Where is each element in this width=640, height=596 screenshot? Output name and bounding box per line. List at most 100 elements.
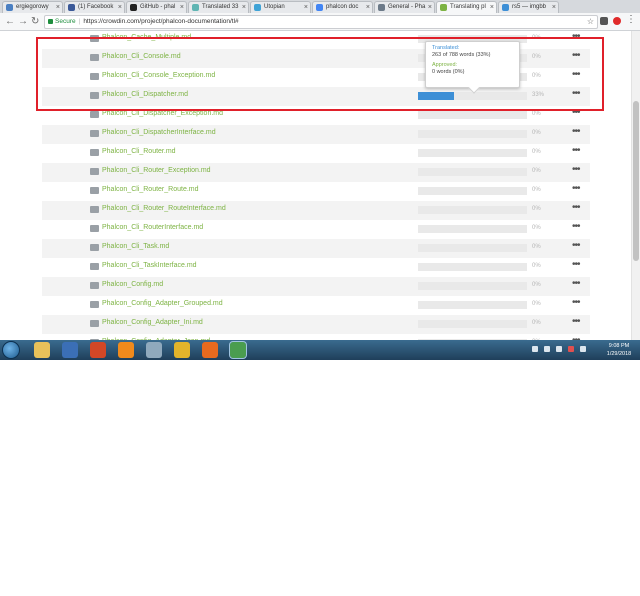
more-options-icon[interactable]: ••• bbox=[572, 221, 580, 233]
pinterest-icon[interactable] bbox=[613, 17, 621, 25]
more-options-icon[interactable]: ••• bbox=[572, 202, 580, 214]
file-name-link[interactable]: Phalcon_Cli_Dispatcher_Exception.md bbox=[102, 110, 223, 117]
tab-close-icon[interactable]: × bbox=[366, 2, 370, 13]
file-row[interactable]: Phalcon_Cli_Router_Route.md 0% ••• bbox=[42, 182, 590, 201]
tab-close-icon[interactable]: × bbox=[428, 2, 432, 13]
translation-progress-bar[interactable] bbox=[418, 263, 527, 271]
translation-progress-bar[interactable] bbox=[418, 244, 527, 252]
tab-close-icon[interactable]: × bbox=[56, 2, 60, 13]
browser-tab[interactable]: rs5 — imgbb × bbox=[498, 1, 559, 13]
network-icon[interactable] bbox=[146, 342, 162, 358]
firefox-icon[interactable] bbox=[202, 342, 218, 358]
tab-close-icon[interactable]: × bbox=[180, 2, 184, 13]
tab-close-icon[interactable]: × bbox=[242, 2, 246, 13]
volume-icon[interactable] bbox=[580, 346, 586, 352]
translation-progress-bar[interactable] bbox=[418, 168, 527, 176]
more-options-icon[interactable]: ••• bbox=[572, 164, 580, 176]
media-player-icon[interactable] bbox=[62, 342, 78, 358]
file-name-link[interactable]: Phalcon_Cli_Dispatcher.md bbox=[102, 91, 188, 98]
browser-menu-icon[interactable]: ⋮ bbox=[626, 14, 636, 26]
up-arrow-icon[interactable] bbox=[532, 346, 538, 352]
file-name-link[interactable]: Phalcon_Cli_Router_RouteInterface.md bbox=[102, 205, 226, 212]
translation-progress-bar[interactable] bbox=[418, 130, 527, 138]
back-icon[interactable]: ← bbox=[5, 15, 15, 29]
file-row[interactable]: Phalcon_Config.md 0% ••• bbox=[42, 277, 590, 296]
tab-close-icon[interactable]: × bbox=[118, 2, 122, 13]
more-options-icon[interactable]: ••• bbox=[572, 126, 580, 138]
translation-progress-bar[interactable] bbox=[418, 187, 527, 195]
chrome-icon[interactable] bbox=[229, 341, 247, 359]
translation-progress-bar[interactable] bbox=[418, 111, 527, 119]
file-row[interactable]: Phalcon_Cli_Task.md 0% ••• bbox=[42, 239, 590, 258]
monitor-icon[interactable] bbox=[556, 346, 562, 352]
scrollbar-thumb[interactable] bbox=[633, 101, 639, 261]
file-name-link[interactable]: Phalcon_Cli_Task.md bbox=[102, 243, 169, 250]
file-row[interactable]: Phalcon_Cli_Router_Exception.md 0% ••• bbox=[42, 163, 590, 182]
translation-progress-bar[interactable] bbox=[418, 92, 527, 100]
file-name-link[interactable]: Phalcon_Config_Adapter_Grouped.md bbox=[102, 300, 223, 307]
more-options-icon[interactable]: ••• bbox=[572, 107, 580, 119]
file-name-link[interactable]: Phalcon_Config.md bbox=[102, 281, 163, 288]
tab-close-icon[interactable]: × bbox=[490, 2, 494, 13]
scrollbar[interactable] bbox=[631, 31, 640, 340]
file-row[interactable]: Phalcon_Cli_TaskInterface.md 0% ••• bbox=[42, 258, 590, 277]
address-bar[interactable]: Secure | https://crowdin.com/project/phalc… bbox=[44, 15, 598, 29]
browser-tab[interactable]: Utopian × bbox=[250, 1, 311, 13]
browser-tab[interactable]: General - Pha × bbox=[374, 1, 435, 13]
browser-tab[interactable]: ergiegorowy × bbox=[2, 1, 63, 13]
more-options-icon[interactable]: ••• bbox=[572, 31, 580, 43]
file-explorer-icon[interactable] bbox=[34, 342, 50, 358]
more-options-icon[interactable]: ••• bbox=[572, 259, 580, 271]
more-options-icon[interactable]: ••• bbox=[572, 50, 580, 62]
translation-progress-bar[interactable] bbox=[418, 149, 527, 157]
file-row[interactable]: Phalcon_Cli_Router.md 0% ••• bbox=[42, 144, 590, 163]
tab-close-icon[interactable]: × bbox=[304, 2, 308, 13]
more-options-icon[interactable]: ••• bbox=[572, 88, 580, 100]
file-name-link[interactable]: Phalcon_Cli_Console_Exception.md bbox=[102, 72, 215, 79]
vlc-icon[interactable] bbox=[118, 342, 134, 358]
start-button-icon[interactable] bbox=[2, 341, 20, 359]
extension-icon[interactable] bbox=[600, 17, 608, 25]
network-warning-icon[interactable] bbox=[568, 346, 574, 352]
file-name-link[interactable]: Phalcon_Cli_Router.md bbox=[102, 148, 176, 155]
file-name-link[interactable]: Phalcon_Cli_TaskInterface.md bbox=[102, 262, 197, 269]
browser-tab[interactable]: phalcon doc × bbox=[312, 1, 373, 13]
file-name-link[interactable]: Phalcon_Cli_Console.md bbox=[102, 53, 181, 60]
more-options-icon[interactable]: ••• bbox=[572, 183, 580, 195]
more-options-icon[interactable]: ••• bbox=[572, 278, 580, 290]
browser-tab[interactable]: Translating pl × bbox=[436, 1, 497, 13]
more-options-icon[interactable]: ••• bbox=[572, 297, 580, 309]
browser-tab[interactable]: (1) Facebook × bbox=[64, 1, 125, 13]
more-options-icon[interactable]: ••• bbox=[572, 240, 580, 252]
translation-progress-bar[interactable] bbox=[418, 206, 527, 214]
file-name-link[interactable]: Phalcon_Cli_RouterInterface.md bbox=[102, 224, 203, 231]
chrome-icon[interactable] bbox=[174, 342, 190, 358]
browser-tab[interactable]: GitHub - phal × bbox=[126, 1, 187, 13]
more-options-icon[interactable]: ••• bbox=[572, 316, 580, 328]
file-row[interactable]: Phalcon_Cli_DispatcherInterface.md 0% ••• bbox=[42, 125, 590, 144]
file-name-link[interactable]: Phalcon_Cli_Router_Exception.md bbox=[102, 167, 211, 174]
reload-icon[interactable]: ↻ bbox=[31, 15, 39, 29]
translation-progress-bar[interactable] bbox=[418, 225, 527, 233]
file-row[interactable]: Phalcon_Cli_Dispatcher_Exception.md 0% ••• bbox=[42, 106, 590, 125]
more-options-icon[interactable]: ••• bbox=[572, 69, 580, 81]
bookmark-star-icon[interactable]: ☆ bbox=[587, 16, 594, 28]
file-row[interactable]: Phalcon_Cli_RouterInterface.md 0% ••• bbox=[42, 220, 590, 239]
file-row[interactable]: Phalcon_Config_Adapter_Grouped.md 0% ••• bbox=[42, 296, 590, 315]
translation-progress-bar[interactable] bbox=[418, 301, 527, 309]
tab-close-icon[interactable]: × bbox=[552, 2, 556, 13]
file-row[interactable]: Phalcon_Cli_Router_RouteInterface.md 0% ••… bbox=[42, 201, 590, 220]
file-row[interactable]: Phalcon_Config_Adapter_Ini.md 0% ••• bbox=[42, 315, 590, 334]
translation-progress-bar[interactable] bbox=[418, 282, 527, 290]
file-row[interactable]: Phalcon_Cli_Dispatcher.md 33% ••• bbox=[42, 87, 590, 106]
flag-icon[interactable] bbox=[544, 346, 550, 352]
file-name-link[interactable]: Phalcon_Cli_Router_Route.md bbox=[102, 186, 199, 193]
file-name-link[interactable]: Phalcon_Cache_Multiple.md bbox=[102, 34, 191, 41]
powerpoint-icon[interactable] bbox=[90, 342, 106, 358]
more-options-icon[interactable]: ••• bbox=[572, 145, 580, 157]
translation-progress-bar[interactable] bbox=[418, 320, 527, 328]
file-name-link[interactable]: Phalcon_Cli_DispatcherInterface.md bbox=[102, 129, 216, 136]
file-name-link[interactable]: Phalcon_Config_Adapter_Ini.md bbox=[102, 319, 203, 326]
browser-tab[interactable]: Translated 33 × bbox=[188, 1, 249, 13]
forward-icon[interactable]: → bbox=[18, 15, 28, 29]
